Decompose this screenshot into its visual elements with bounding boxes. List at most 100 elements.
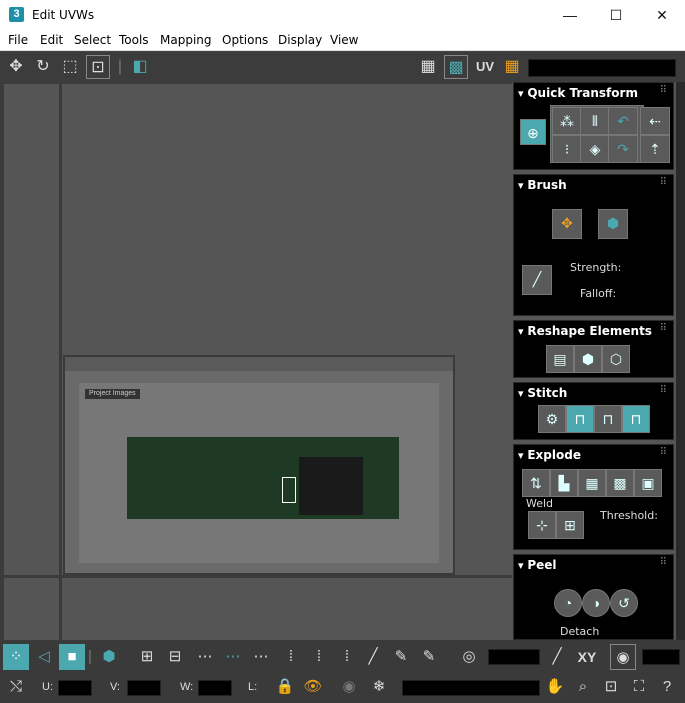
explode-header[interactable]: Explode — [518, 448, 581, 462]
space-vertical-icon[interactable]: ⇡ — [640, 135, 670, 163]
tool-panel: Quick Transform ⠿ ⊕ ⁂ ⦀ ↶ ⁝ ◈ ↷ ⇠ ⇡ Brus… — [512, 82, 676, 640]
shrink-selection-icon[interactable]: ⊟ — [162, 644, 188, 670]
soft-selection-field[interactable] — [488, 649, 540, 665]
edge-mode-icon[interactable]: ◁ — [31, 644, 57, 670]
polygon-mode-icon[interactable]: ■ — [59, 644, 85, 670]
peel-header[interactable]: Peel — [518, 558, 556, 572]
distribute-icon[interactable]: ◈ — [580, 135, 610, 163]
close-button[interactable]: ✕ — [639, 0, 685, 30]
reshape-header[interactable]: Reshape Elements — [518, 324, 652, 338]
zoom-region-icon[interactable]: ⊡ — [598, 674, 624, 700]
relax-icon[interactable]: ⬢ — [574, 345, 602, 373]
break-icon[interactable]: ⇅ — [522, 469, 550, 497]
stitch-settings-icon[interactable]: ⚙ — [538, 405, 566, 433]
loop-select-icon[interactable]: ⋯ — [192, 644, 218, 670]
space-horizontal-icon[interactable]: ⁝ — [552, 135, 582, 163]
zoom-extents-icon[interactable]: ⛶ — [626, 674, 652, 700]
ring-grow-icon[interactable]: ⁞ — [306, 644, 332, 670]
align-horizontal-icon[interactable]: ⁂ — [552, 107, 582, 135]
reset-peel-icon[interactable]: ↺ — [610, 589, 638, 617]
minimize-button[interactable]: — — [547, 0, 593, 30]
ring-shrink-icon[interactable]: ⁞ — [334, 644, 360, 670]
menu-mapping[interactable]: Mapping — [160, 33, 212, 47]
menu-display[interactable]: Display — [278, 33, 322, 47]
explode-checker-icon[interactable]: ▩ — [606, 469, 634, 497]
vertex-mode-icon[interactable]: ⁘ — [3, 644, 29, 670]
stitch-average-icon[interactable]: ⊓ — [594, 405, 622, 433]
align-center-icon[interactable]: ⊕ — [520, 119, 546, 145]
edge-distance-icon[interactable]: ╱ — [544, 644, 570, 670]
menu-edit[interactable]: Edit — [40, 33, 63, 47]
w-field[interactable] — [198, 680, 232, 696]
menu-tools[interactable]: Tools — [119, 33, 149, 47]
rotate-ccw-icon[interactable]: ↶ — [608, 107, 638, 135]
pin-icon[interactable]: ⤭ — [3, 674, 29, 700]
spin-field[interactable] — [642, 649, 680, 665]
pan-hand-icon[interactable]: ✋ — [542, 674, 568, 700]
explode-grid-icon[interactable]: ▦ — [578, 469, 606, 497]
mirror-icon[interactable]: ◧ — [128, 55, 152, 79]
brush-header[interactable]: Brush — [518, 178, 566, 192]
maximize-button[interactable]: ☐ — [593, 0, 639, 30]
stitch-to-target-icon[interactable]: ⊓ — [622, 405, 650, 433]
zoom-icon[interactable]: ⌕ — [570, 674, 596, 700]
element-mode-icon[interactable]: ⬢ — [96, 644, 122, 670]
lock-icon[interactable]: 🔒 — [272, 674, 298, 700]
panel-scrollbar[interactable] — [676, 82, 685, 640]
loop-grow-icon[interactable]: ⋯ — [220, 644, 246, 670]
paint-shrink-icon[interactable]: ✎ — [416, 644, 442, 670]
help-icon[interactable]: ? — [654, 674, 680, 700]
rotate-cw-icon[interactable]: ↷ — [608, 135, 638, 163]
u-field[interactable] — [58, 680, 92, 696]
texture-settings-icon[interactable]: ▦ — [500, 55, 524, 79]
u-axis-line — [0, 575, 512, 578]
checker-pattern-icon[interactable]: ▦ — [416, 55, 440, 79]
v-field[interactable] — [127, 680, 161, 696]
menu-view[interactable]: View — [330, 33, 358, 47]
menu-bar: File Edit Select Tools Mapping Options D… — [0, 30, 685, 51]
stitch-header[interactable]: Stitch — [518, 386, 567, 400]
menu-file[interactable]: File — [8, 33, 28, 47]
relax-brush-icon[interactable]: ⬢ — [598, 209, 628, 239]
hide-icon[interactable]: 👁 — [300, 674, 326, 700]
loop-shrink-icon[interactable]: ⋯ — [248, 644, 274, 670]
top-toolbar: ✥ ↻ ⬚ ⊡ | ◧ ▦ ▩ UV ▦ — [0, 52, 685, 82]
stitch-to-source-icon[interactable]: ⊓ — [566, 405, 594, 433]
uv-selection-box[interactable] — [282, 477, 296, 503]
ring-select-icon[interactable]: ⁞ — [278, 644, 304, 670]
texture-dropdown[interactable] — [528, 59, 676, 77]
straighten-icon[interactable]: ▤ — [546, 345, 574, 373]
peel-mode-icon[interactable]: ◑ — [582, 589, 610, 617]
freeze-icon[interactable]: ❄ — [366, 674, 392, 700]
quick-peel-icon[interactable]: ◔ — [554, 589, 582, 617]
scale-icon[interactable]: ⬚ — [58, 55, 82, 79]
show-icon[interactable]: ◉ — [336, 674, 362, 700]
paint-move-icon[interactable]: ✥ — [552, 209, 582, 239]
weld-selected-icon[interactable]: ⊹ — [528, 511, 556, 539]
uv-channel-button[interactable]: UV — [473, 55, 497, 79]
reshape-cube-icon[interactable]: ⬡ — [602, 345, 630, 373]
soft-selection-icon[interactable]: ◎ — [456, 644, 482, 670]
space-left-icon[interactable]: ⇠ — [640, 107, 670, 135]
world-space-icon[interactable]: ◉ — [610, 644, 636, 670]
filter-field[interactable] — [402, 680, 540, 696]
viewport-top-edge — [0, 82, 512, 84]
flatten-icon[interactable]: ▙ — [550, 469, 578, 497]
v-label: V: — [110, 681, 120, 693]
menu-options[interactable]: Options — [222, 33, 268, 47]
explode-frame-icon[interactable]: ▣ — [634, 469, 662, 497]
weld-target-icon[interactable]: ⊞ — [556, 511, 584, 539]
align-vertical-icon[interactable]: ⦀ — [580, 107, 610, 135]
brush-stroke-icon[interactable]: ╱ — [522, 265, 552, 295]
rotate-icon[interactable]: ↻ — [31, 55, 55, 79]
paint-grow-icon[interactable]: ✎ — [388, 644, 414, 670]
grip-icon: ⠿ — [659, 177, 667, 188]
quick-transform-header[interactable]: Quick Transform — [518, 86, 638, 100]
grow-selection-icon[interactable]: ⊞ — [134, 644, 160, 670]
menu-select[interactable]: Select — [74, 33, 111, 47]
freeform-icon[interactable]: ⊡ — [86, 55, 110, 79]
move-icon[interactable]: ✥ — [4, 55, 28, 79]
paint-select-icon[interactable]: ╱ — [360, 644, 386, 670]
xy-toggle-button[interactable]: XY — [572, 644, 602, 670]
checker-map-icon[interactable]: ▩ — [444, 55, 468, 79]
